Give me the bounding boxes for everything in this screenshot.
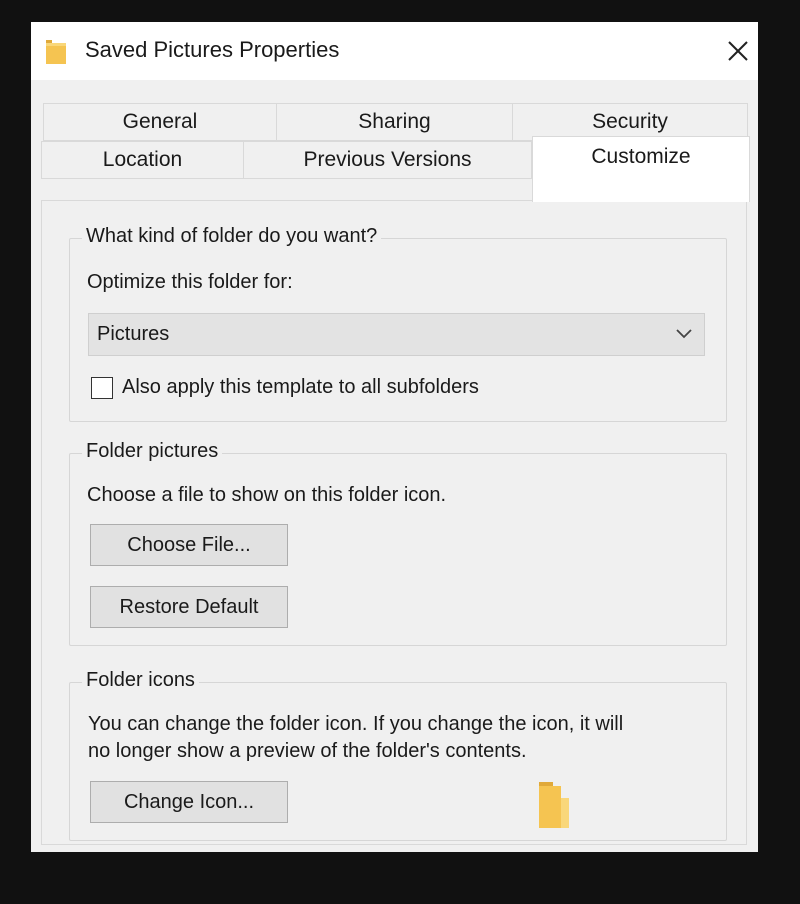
group-label: What kind of folder do you want? bbox=[82, 225, 382, 248]
tab-label: Location bbox=[102, 148, 183, 171]
tab-location[interactable]: Location bbox=[41, 141, 244, 179]
optimize-label: Optimize this folder for: bbox=[87, 271, 293, 293]
button-label: Restore Default bbox=[119, 595, 259, 618]
folder-icons-description-line2: no longer show a preview of the folder's… bbox=[88, 740, 527, 762]
close-icon bbox=[728, 41, 748, 61]
optimize-select[interactable]: Pictures bbox=[88, 313, 705, 356]
window-title: Saved Pictures Properties bbox=[85, 37, 340, 62]
tab-sharing[interactable]: Sharing bbox=[276, 103, 513, 141]
folder-icons-description-line1: You can change the folder icon. If you c… bbox=[88, 713, 624, 735]
title-bar[interactable]: Saved Pictures Properties bbox=[31, 22, 758, 80]
dialog-body: General Sharing Security Location Previo… bbox=[31, 80, 758, 852]
tab-label: Security bbox=[592, 110, 668, 133]
folder-icon bbox=[46, 38, 66, 64]
close-button[interactable] bbox=[721, 34, 755, 68]
apply-subfolders-label[interactable]: Also apply this template to all subfolde… bbox=[122, 376, 479, 399]
folder-icon bbox=[539, 780, 569, 828]
tab-general[interactable]: General bbox=[43, 103, 277, 141]
tab-label: Previous Versions bbox=[303, 148, 472, 171]
choose-file-button[interactable]: Choose File... bbox=[90, 524, 288, 566]
tab-customize[interactable]: Customize bbox=[532, 136, 750, 202]
group-label: Folder icons bbox=[82, 669, 199, 692]
tab-label: General bbox=[122, 110, 198, 133]
folder-pictures-description: Choose a file to show on this folder ico… bbox=[87, 484, 447, 506]
chevron-down-icon bbox=[676, 329, 692, 339]
group-label: Folder pictures bbox=[82, 440, 223, 463]
tab-label: Sharing bbox=[358, 110, 431, 133]
button-label: Change Icon... bbox=[123, 790, 255, 813]
tab-previous-versions[interactable]: Previous Versions bbox=[243, 141, 532, 179]
tab-label: Customize bbox=[591, 145, 691, 168]
properties-dialog: Saved Pictures Properties General Sharin… bbox=[31, 22, 758, 852]
restore-default-button[interactable]: Restore Default bbox=[90, 586, 288, 628]
select-value: Pictures bbox=[97, 323, 170, 345]
button-label: Choose File... bbox=[127, 533, 251, 556]
change-icon-button[interactable]: Change Icon... bbox=[90, 781, 288, 823]
apply-subfolders-checkbox[interactable] bbox=[91, 377, 113, 399]
